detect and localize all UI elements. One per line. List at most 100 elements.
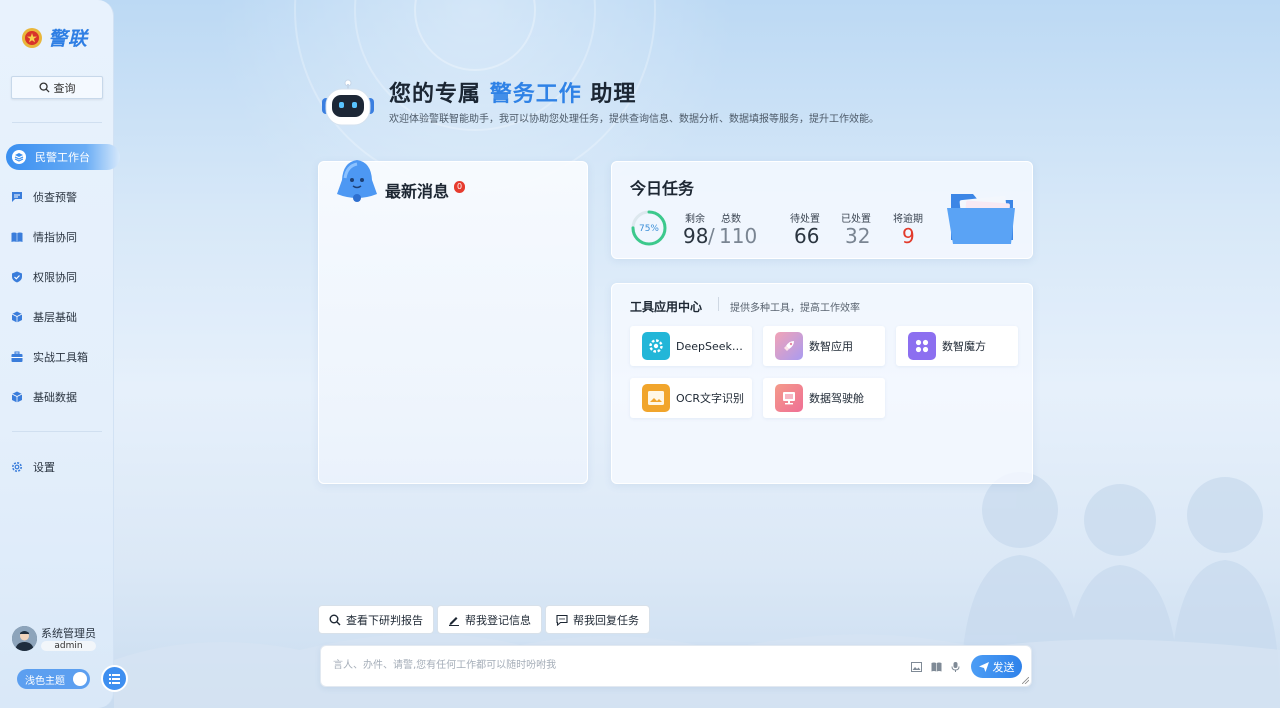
bell-icon	[337, 160, 377, 202]
layers-icon	[12, 150, 26, 164]
sidebar-item-label: 情指协同	[33, 231, 77, 244]
police-emblem-icon	[22, 27, 42, 48]
quick-action-register-info[interactable]: 帮我登记信息	[437, 605, 542, 634]
send-button[interactable]: 发送	[971, 655, 1022, 678]
title-prefix: 您的专属	[389, 82, 482, 107]
sidebar-item-label: 侦查预警	[33, 191, 77, 204]
query-label: 查询	[53, 81, 76, 95]
title-suffix: 助理	[590, 82, 637, 107]
messages-count-badge: 0	[454, 181, 465, 193]
total-label: 总数	[721, 214, 741, 225]
chat-composer: 发送	[320, 645, 1032, 687]
cube-icon	[10, 390, 24, 404]
send-icon	[978, 661, 989, 672]
tool-smart-app[interactable]: 数智应用	[763, 326, 885, 366]
resize-handle-icon[interactable]	[1022, 677, 1029, 684]
logo-text: 警联	[48, 28, 89, 50]
gear-icon	[642, 332, 670, 360]
gear-icon	[10, 460, 24, 474]
done-value[interactable]: 32	[845, 224, 870, 248]
theme-toggle-knob	[73, 672, 87, 686]
app-logo[interactable]: 警联	[20, 24, 88, 51]
user-name: 系统管理员	[41, 626, 96, 640]
pen-icon	[449, 616, 459, 626]
quick-action-label: 查看下研判报告	[346, 613, 423, 627]
sidebar-item-police-workbench[interactable]: 民警工作台	[6, 144, 120, 170]
pending-label: 待处置	[790, 214, 820, 225]
rocket-icon	[775, 332, 803, 360]
remaining-value: 98	[683, 224, 709, 248]
sidebar-item-label: 设置	[33, 461, 55, 474]
page-subtitle: 欢迎体验警联智能助手，我可以协助您处理任务，提供查询信息、数据分析、数据填报等服…	[389, 114, 879, 125]
theme-label: 浅色主题	[25, 675, 65, 687]
quick-action-view-report[interactable]: 查看下研判报告	[318, 605, 434, 634]
progress-label: 75%	[639, 224, 659, 234]
tool-label: 数据驾驶舱	[809, 392, 864, 405]
sidebar-divider	[12, 431, 102, 432]
send-label: 发送	[992, 660, 1015, 674]
sidebar-item-label: 权限协同	[33, 271, 77, 284]
sidebar-item-label: 基础数据	[33, 391, 77, 404]
sidebar-item-settings[interactable]: 设置	[10, 455, 110, 479]
remaining-label: 剩余	[685, 214, 705, 225]
quick-action-label: 帮我登记信息	[465, 613, 531, 627]
query-button[interactable]: 查询	[11, 76, 103, 99]
image-icon	[642, 384, 670, 412]
tool-ocr[interactable]: OCR文字识别	[630, 378, 752, 418]
tasks-title: 今日任务	[630, 179, 695, 198]
search-icon	[329, 614, 341, 625]
tool-label: OCR文字识别	[676, 392, 744, 405]
tool-label: DeepSeek…	[676, 339, 743, 353]
image-icon[interactable]	[911, 662, 922, 672]
book-icon[interactable]	[931, 662, 942, 672]
total-value: 110	[719, 224, 758, 248]
tools-divider	[718, 297, 719, 311]
user-profile[interactable]: 系统管理员 admin	[12, 626, 96, 651]
quick-action-label: 帮我回复任务	[573, 613, 639, 627]
book-icon	[10, 230, 24, 244]
tool-center-panel: 工具应用中心 提供多种工具，提高工作效率 DeepSeek… 数智应用 数智魔方…	[611, 283, 1033, 484]
tool-data-cockpit[interactable]: 数据驾驶舱	[763, 378, 885, 418]
microphone-icon[interactable]	[950, 662, 961, 672]
latest-messages-panel: 最新消息 0	[318, 160, 588, 484]
pending-value[interactable]: 66	[794, 224, 819, 248]
tool-label: 数智应用	[809, 340, 853, 353]
toolbox-icon	[10, 350, 24, 364]
chat-icon	[10, 190, 24, 204]
search-icon	[38, 82, 50, 93]
sidebar-item-label: 基层基础	[33, 311, 77, 324]
today-tasks-panel: 今日任务 75% 剩余 总数 98 / 110 待处置 66 已处置 32 将逾…	[611, 161, 1033, 259]
sidebar-item-intel-coordination[interactable]: 情指协同	[10, 225, 110, 249]
cube-grid-icon	[908, 332, 936, 360]
overdue-label: 将逾期	[893, 214, 923, 225]
tool-deepseek[interactable]: DeepSeek…	[630, 326, 752, 366]
message-input[interactable]	[333, 656, 893, 674]
sidebar-item-toolbox[interactable]: 实战工具箱	[10, 345, 110, 369]
tools-subtitle: 提供多种工具，提高工作效率	[730, 303, 860, 314]
monitor-icon	[775, 384, 803, 412]
total-separator: /	[708, 224, 715, 248]
sidebar: 警联 查询 民警工作台 侦查预警 情指协同 权限协同 基层基础 实战工具箱 基础…	[0, 0, 120, 708]
sidebar-item-permission-coordination[interactable]: 权限协同	[10, 265, 110, 289]
folder-icon	[947, 194, 1015, 244]
sidebar-divider	[12, 122, 102, 123]
theme-toggle[interactable]: 浅色主题	[17, 669, 90, 689]
overdue-value[interactable]: 9	[902, 224, 915, 248]
task-progress-ring: 75%	[630, 209, 668, 247]
quick-action-reply-task[interactable]: 帮我回复任务	[545, 605, 650, 634]
page-title: 您的专属 警务工作 助理	[389, 76, 636, 108]
menu-button[interactable]	[101, 665, 128, 692]
chat-icon	[556, 614, 568, 626]
sidebar-item-grassroots[interactable]: 基层基础	[10, 305, 110, 329]
done-label: 已处置	[841, 214, 871, 225]
sidebar-item-basic-data[interactable]: 基础数据	[10, 385, 110, 409]
messages-title: 最新消息	[385, 182, 450, 201]
sidebar-item-label: 实战工具箱	[33, 351, 88, 364]
shield-icon	[10, 270, 24, 284]
tool-label: 数智魔方	[942, 340, 986, 353]
list-icon	[109, 673, 120, 684]
robot-assistant-icon	[322, 79, 374, 126]
title-highlight: 警务工作	[489, 82, 582, 107]
tool-smart-cube[interactable]: 数智魔方	[896, 326, 1018, 366]
sidebar-item-investigation-alert[interactable]: 侦查预警	[10, 185, 110, 209]
